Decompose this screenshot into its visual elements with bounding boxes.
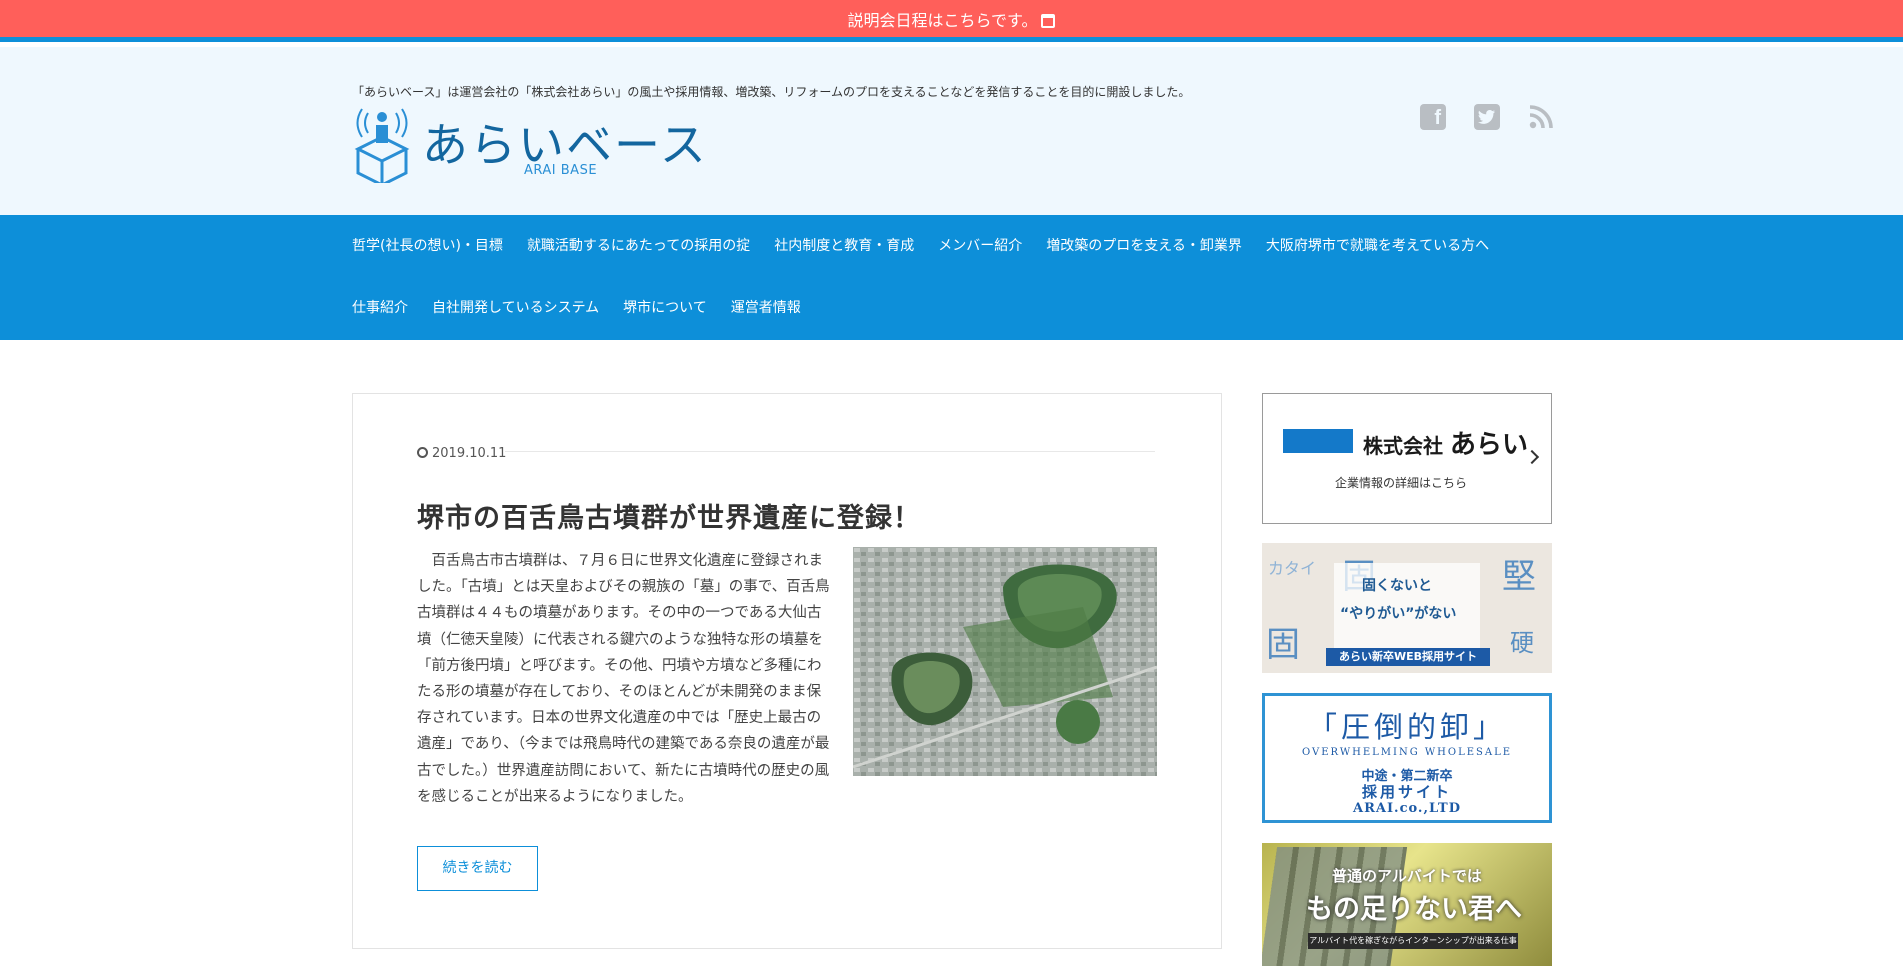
- site-header: 「あらいベース」は運営会社の「株式会社あらい」の風土や採用情報、増改築、リフォー…: [0, 47, 1903, 215]
- banner-line-3: アルバイト代を稼ぎながらインターンシップが出来る仕事: [1308, 933, 1518, 949]
- banner-panel: 固くないと “やりがい”がない: [1334, 563, 1480, 649]
- banner-line-1: 固くないと: [1362, 578, 1432, 594]
- internship-banner[interactable]: 普通のアルバイトでは もの足りない君へ アルバイト代を稼ぎながらインターンシップ…: [1262, 843, 1552, 966]
- nav-item-recruit-rules[interactable]: 就職活動するにあたっての採用の掟: [527, 215, 750, 277]
- banner-title: 「圧倒的卸」: [1307, 710, 1506, 744]
- banner-line-2: もの足りない君へ: [1306, 894, 1522, 925]
- nav-item-work[interactable]: 仕事紹介: [352, 277, 408, 339]
- article-thumbnail[interactable]: [853, 547, 1157, 776]
- nav-item-training[interactable]: 社内制度と教育・育成: [774, 215, 914, 277]
- corporate-info-banner[interactable]: 株式会社 あらい 企業情報の詳細はこちら: [1262, 393, 1552, 524]
- banner-caption: あらい新卒WEB採用サイト: [1326, 648, 1490, 666]
- date-divider: [505, 451, 1155, 452]
- post-date: 2019.10.11: [417, 446, 506, 461]
- new-grad-recruit-banner[interactable]: カタイ 固 堅 固 硬 固くないと “やりがい”がない あらい新卒WEB採用サイ…: [1262, 543, 1552, 673]
- nav-row-2: 仕事紹介 自社開発しているシステム 堺市について 運営者情報: [352, 277, 1552, 339]
- nav-item-wholesale[interactable]: 増改築のプロを支える・卸業界: [1046, 215, 1242, 277]
- banner-line-1: 普通のアルバイトでは: [1332, 867, 1482, 885]
- global-nav: 哲学(社長の想い)・目標 就職活動するにあたっての採用の掟 社内制度と教育・育成…: [0, 215, 1903, 340]
- nav-item-systems[interactable]: 自社開発しているシステム: [432, 277, 599, 339]
- nav-item-members[interactable]: メンバー紹介: [938, 215, 1022, 277]
- article-card: 2019.10.11 堺市の百舌鳥古墳群が世界遺産に登録！ 百舌鳥古市古墳群は、…: [352, 393, 1222, 949]
- banner-word: カタイ: [1268, 559, 1317, 578]
- corporate-logo-icon: [1283, 429, 1353, 453]
- site-logo[interactable]: あらいベース ARAI BASE: [354, 103, 706, 183]
- site-tagline: 「あらいベース」は運営会社の「株式会社あらい」の風土や採用情報、増改築、リフォー…: [352, 85, 1191, 99]
- read-more-button[interactable]: 続きを読む: [417, 846, 538, 891]
- corporate-name: 株式会社 あらい: [1363, 430, 1528, 460]
- post-date-text: 2019.10.11: [432, 446, 507, 461]
- site-subtitle: ARAI BASE: [524, 163, 598, 178]
- banner-char: 硬: [1510, 629, 1534, 657]
- rss-icon[interactable]: [1528, 104, 1554, 130]
- nav-item-operator[interactable]: 運営者情報: [731, 277, 801, 339]
- calendar-icon: [1041, 14, 1056, 28]
- nav-row-1: 哲学(社長の想い)・目標 就職活動するにあたっての採用の掟 社内制度と教育・育成…: [352, 215, 1552, 277]
- corporate-info-text: 企業情報の詳細はこちら: [1335, 476, 1468, 490]
- banner-english: OVERWHELMING WHOLESALE: [1301, 747, 1513, 758]
- nav-item-philosophy[interactable]: 哲学(社長の想い)・目標: [352, 215, 503, 277]
- banner-logo: ARAI.co.,LTD: [1352, 801, 1462, 816]
- banner-char: 固: [1266, 625, 1300, 665]
- clock-icon: [417, 447, 428, 458]
- nav-item-sakai[interactable]: 堺市について: [623, 277, 707, 339]
- article-excerpt: 百舌鳥古市古墳群は、７月６日に世界文化遺産に登録されました。「古墳」とは天皇およ…: [417, 553, 830, 805]
- banner-char: 堅: [1502, 557, 1536, 597]
- twitter-icon[interactable]: [1474, 104, 1500, 130]
- facebook-icon[interactable]: f: [1420, 104, 1446, 130]
- announcement-bar[interactable]: 説明会日程はこちらです。: [0, 0, 1903, 42]
- article-title[interactable]: 堺市の百舌鳥古墳群が世界遺産に登録！: [417, 496, 921, 535]
- banner-line-2: “やりがい”がない: [1340, 606, 1457, 622]
- nav-item-sakai-jobs[interactable]: 大阪府堺市で就職を考えている方へ: [1266, 215, 1489, 277]
- wholesale-recruit-banner[interactable]: 「圧倒的卸」 OVERWHELMING WHOLESALE 中途・第二新卒 採用…: [1262, 693, 1552, 823]
- announcement-text[interactable]: 説明会日程はこちらです。: [848, 11, 1038, 30]
- logo-mark-icon: [354, 108, 410, 183]
- banner-line-2: 採用サイト: [1361, 783, 1452, 801]
